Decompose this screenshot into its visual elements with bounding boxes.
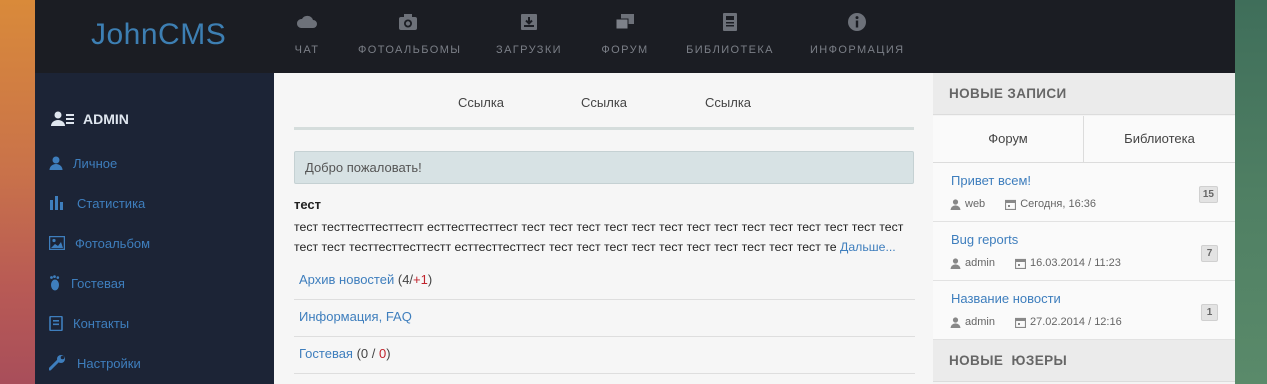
contacts-book-icon [49,315,63,331]
user-icon [950,316,961,328]
sidebar-item-guestbook[interactable]: Гостевая [49,273,125,293]
book-icon [723,13,737,31]
new-posts-header: НОВЫЕ ЗАПИСИ [933,73,1235,115]
guestbook-link[interactable]: Гостевая [299,346,353,361]
post-date: 16.03.2014 / 11:23 [1029,257,1121,269]
wrench-icon [49,355,65,371]
calendar-icon [1014,317,1026,328]
user-icon [950,198,961,210]
nav-library[interactable]: БИБЛИОТЕКА [685,0,775,73]
tab-library[interactable]: Библиотека [1083,116,1235,162]
sidebar-item-settings[interactable]: Настройки [49,353,141,373]
sidebar-item-label: Гостевая [71,275,125,291]
new-users-header: НОВЫЕ ЮЗЕРЫ [933,340,1235,382]
post-count-badge: 15 [1198,186,1218,203]
user-icon [950,257,961,269]
sidebar-item-label: Контакты [73,315,130,331]
sidebar-item-label: Настройки [77,355,141,371]
news-body: тест тесттесттесттестт ecттесттесттест т… [294,217,919,257]
post-meta: admin 16.03.2014 / 11:23 [950,257,1121,269]
post-count-badge: 7 [1201,245,1218,262]
post-date: Сегодня, 16:36 [1020,198,1096,210]
sidebar-item-label: Личное [73,155,118,171]
nav-label: БИБЛИОТЕКА [686,44,774,56]
post-item: Название новости admin 27.02.2014 / 12:1… [933,281,1235,340]
calendar-icon [1005,199,1017,210]
nav-forum[interactable]: ФОРУМ [595,0,655,73]
news-line: тест тесттесттесттестт ecттесттесттест т… [294,220,904,234]
post-count-badge: 1 [1201,304,1218,321]
cloud-icon [296,15,317,28]
list-item-news-archive: Архив новостей (4/+1) [294,263,915,300]
news-new-count: +1 [413,272,428,287]
right-panel: НОВЫЕ ЗАПИСИ Форум Библиотека Привет все… [933,73,1235,384]
picture-icon [49,236,65,250]
sidebar-username: ADMIN [83,111,129,127]
footprint-icon [50,275,60,291]
bar-chart-icon [50,196,63,210]
nav-photoalbums[interactable]: ФОТОАЛЬБОМЫ [358,0,462,73]
post-author: web [965,198,986,210]
main-content: Ссылка Ссылка Ссылка Добро пожаловать! т… [274,73,933,384]
download-box-icon [521,14,537,30]
info-icon [848,13,866,31]
new-posts-tabs: Форум Библиотека [933,116,1235,163]
read-more-link[interactable]: Дальше... [840,240,896,254]
post-title-link[interactable]: Bug reports [951,232,1018,247]
list-item-info-faq: Информация, FAQ [294,300,915,337]
news-archive-link[interactable]: Архив новостей [299,272,394,287]
sidebar: ADMIN Личное Статистика Фотоальбом Госте… [35,73,274,384]
sidebar-item-photoalbum[interactable]: Фотоальбом [49,233,150,253]
nav-chat[interactable]: ЧАТ [282,0,332,73]
news-line-last: тест тест тесттесттесттестт ecттесттестт… [294,237,919,257]
sidebar-item-personal[interactable]: Личное [49,153,117,173]
comments-icon [615,14,634,30]
calendar-icon [1014,258,1026,269]
site-logo[interactable]: JohnCMS [91,18,226,52]
top-link-1[interactable]: Ссылка [458,95,504,110]
post-date: 27.02.2014 / 12:16 [1029,316,1122,328]
news-line: тест тест тесттесттесттестт ecттесттестт… [294,240,837,254]
news-title: тест [294,197,322,212]
nav-label: ЗАГРУЗКИ [496,44,562,56]
nav-label: ИНФОРМАЦИЯ [810,44,905,56]
paren-close: ) [386,346,391,361]
post-item: Bug reports admin 16.03.2014 / 11:23 7 [933,222,1235,281]
paren-open: ( [394,272,403,287]
nav-label: ЧАТ [294,44,320,56]
page-frame: JohnCMS ЧАТ ФОТОАЛЬБОМЫ ЗАГРУЗКИ ФОРУМ Б… [35,0,1235,384]
user-icon [49,156,63,170]
sidebar-item-contacts[interactable]: Контакты [49,313,129,333]
list-item-guestbook: Гостевая (0 / 0) [294,337,915,374]
separator: / [368,346,379,361]
top-links: Ссылка Ссылка Ссылка [274,95,933,113]
info-faq-link[interactable]: Информация, FAQ [299,309,412,324]
nav-label: ФОТОАЛЬБОМЫ [358,44,462,56]
divider [294,127,914,130]
sidebar-item-statistics[interactable]: Статистика [49,193,145,213]
top-navbar: JohnCMS ЧАТ ФОТОАЛЬБОМЫ ЗАГРУЗКИ ФОРУМ Б… [35,0,1235,73]
post-meta: web Сегодня, 16:36 [950,198,1096,210]
users-icon [51,111,74,126]
paren-open: ( [352,346,361,361]
post-title-link[interactable]: Привет всем! [951,173,1031,188]
post-author: admin [965,257,995,269]
nav-downloads[interactable]: ЗАГРУЗКИ [494,0,564,73]
welcome-banner: Добро пожаловать! [294,151,914,184]
background-right-edge [1234,0,1267,384]
sidebar-user[interactable]: ADMIN [51,109,129,129]
post-title-link[interactable]: Название новости [951,291,1061,306]
sidebar-item-label: Фотоальбом [75,235,151,251]
tab-forum[interactable]: Форум [933,116,1083,162]
nav-label: ФОРУМ [601,44,649,56]
sidebar-item-label: Статистика [77,195,146,211]
paren-close: ) [427,272,433,287]
top-link-2[interactable]: Ссылка [581,95,627,110]
nav-information[interactable]: ИНФОРМАЦИЯ [810,0,904,73]
post-meta: admin 27.02.2014 / 12:16 [950,316,1122,328]
camera-icon [399,14,417,30]
post-item: Привет всем! web Сегодня, 16:36 15 [933,163,1235,222]
top-link-3[interactable]: Ссылка [705,95,751,110]
post-author: admin [965,316,995,328]
